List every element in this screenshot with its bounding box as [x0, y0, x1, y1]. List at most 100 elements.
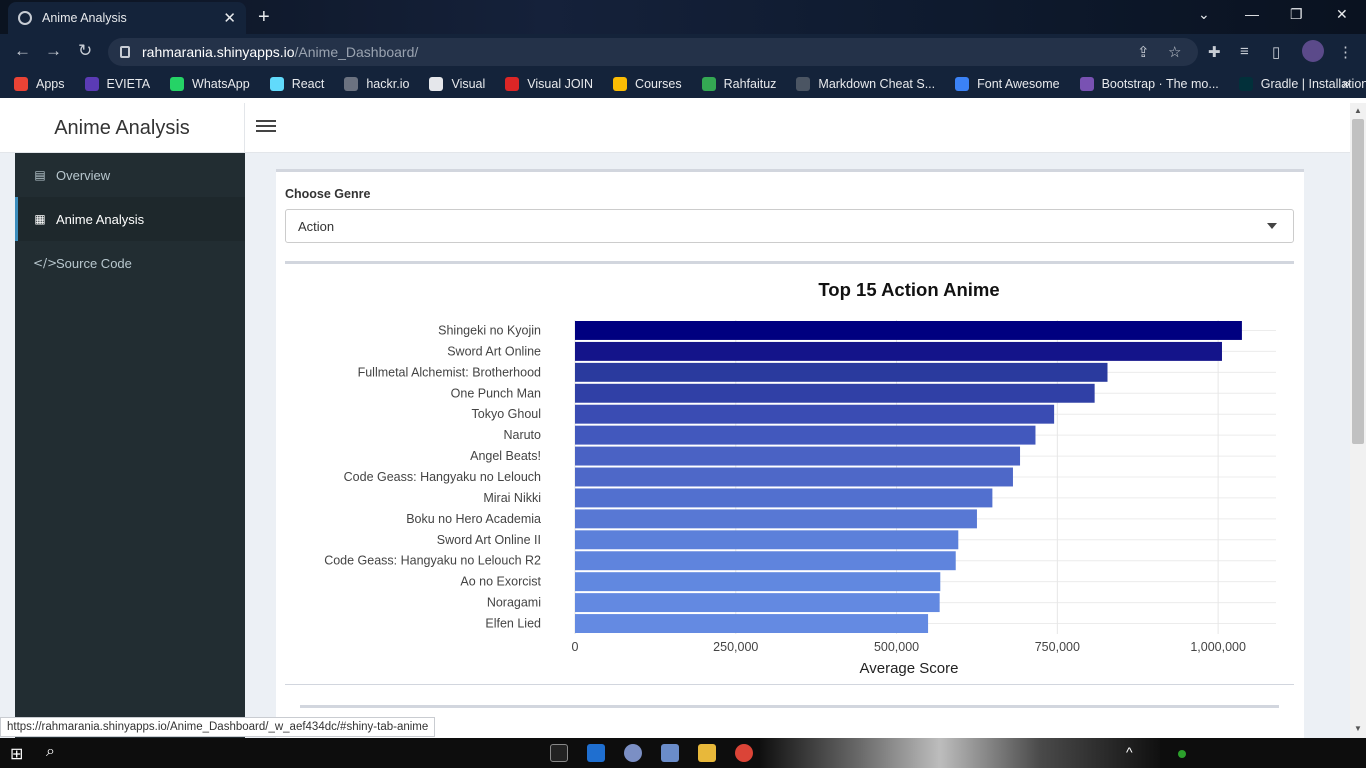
sidebar-item[interactable]: ▦ Anime Analysis: [15, 197, 245, 241]
bookmark-item[interactable]: hackr.io: [344, 77, 409, 91]
category-label: Elfen Lied: [485, 617, 541, 631]
bookmark-item[interactable]: Visual JOIN: [505, 77, 593, 91]
film-icon: ▦: [34, 212, 46, 226]
browser-tab-strip: Anime Analysis ✕ + ⌄ — ❐ ✕: [0, 0, 1366, 34]
bookmark-item[interactable]: EVIETA: [84, 77, 151, 91]
tray-chevron-icon[interactable]: ^: [1126, 744, 1133, 760]
bar: [575, 425, 1036, 445]
chart-title: Top 15 Action Anime: [818, 279, 999, 300]
category-label: Fullmetal Alchemist: Brotherhood: [358, 365, 541, 379]
app-title: Anime Analysis: [0, 103, 245, 153]
bar: [575, 488, 993, 508]
address-bar[interactable]: rahmarania.shinyapps.io /Anime_Dashboard…: [108, 38, 1198, 66]
reload-icon[interactable]: ↻: [78, 41, 92, 61]
tab-search-icon[interactable]: ⌄: [1198, 6, 1210, 23]
bookmark-favicon-icon: [701, 77, 716, 91]
category-label: Boku no Hero Academia: [406, 512, 541, 526]
restore-icon[interactable]: ❐: [1290, 6, 1303, 23]
category-label: Sword Art Online: [447, 344, 541, 358]
scrollbar-thumb[interactable]: [1352, 119, 1364, 444]
minimize-icon[interactable]: —: [1245, 6, 1259, 22]
browser-tab[interactable]: Anime Analysis ✕: [8, 2, 246, 34]
sidebar-item[interactable]: ▤ Overview: [15, 153, 245, 197]
bookmark-label: EVIETA: [106, 77, 151, 91]
bookmark-item[interactable]: Apps: [14, 77, 65, 91]
bookmark-item[interactable]: Font Awesome: [955, 77, 1060, 91]
category-label: Noragami: [487, 596, 541, 610]
x-axis-label: Average Score: [860, 660, 959, 677]
sidebar-item[interactable]: </> Source Code: [15, 241, 245, 285]
divider: [300, 705, 1279, 708]
profile-avatar[interactable]: [1302, 40, 1324, 62]
terminal-icon[interactable]: [550, 744, 568, 762]
lock-icon: [120, 46, 130, 58]
analysis-box: Choose Genre Action Shingeki no Kyojin Sw…: [276, 169, 1304, 738]
vscode-icon[interactable]: [587, 744, 605, 762]
bookmark-item[interactable]: Visual: [429, 77, 485, 91]
bookmark-label: Markdown Cheat S...: [818, 77, 936, 91]
os-taskbar: ⊞ ⌕ ^: [0, 738, 1366, 768]
chrome-icon[interactable]: [735, 744, 753, 762]
bookmark-label: Gradle | Installation: [1260, 77, 1366, 91]
bar: [575, 321, 1242, 340]
divider: [285, 684, 1294, 685]
bookmark-favicon-icon: [344, 77, 359, 91]
sidebar: ▤ Overview ▦ Anime Analysis </> Source Code: [15, 153, 245, 738]
bar: [575, 383, 1095, 403]
page: Anime Analysis ▤ Overview ▦ Anime Analysis <…: [0, 103, 1350, 738]
category-label: Naruto: [503, 428, 541, 442]
scroll-up-icon[interactable]: ▲: [1354, 106, 1362, 115]
bookmark-label: Apps: [36, 77, 65, 91]
menu-icon[interactable]: ⋮: [1338, 43, 1353, 61]
notepad-icon[interactable]: [661, 744, 679, 762]
close-tab-icon[interactable]: ✕: [223, 9, 236, 27]
bookmark-label: Bootstrap · The mo...: [1101, 77, 1219, 91]
sidebar-toggle-icon[interactable]: [256, 117, 276, 137]
bookmark-favicon-icon: [1079, 77, 1094, 91]
bookmark-favicon-icon: [429, 77, 444, 91]
windows-start-icon[interactable]: ⊞: [10, 744, 23, 764]
file-explorer-icon[interactable]: [698, 744, 716, 762]
bar: [575, 467, 1013, 487]
x-tick-label: 500,000: [874, 640, 919, 654]
scroll-down-icon[interactable]: ▼: [1354, 724, 1362, 733]
rstudio-icon[interactable]: [624, 744, 642, 762]
category-label: Tokyo Ghoul: [472, 407, 541, 421]
book-icon: ▤: [34, 168, 46, 182]
bookmark-label: Visual JOIN: [527, 77, 594, 91]
bookmark-item[interactable]: Courses: [613, 77, 682, 91]
bookmarks-overflow-icon[interactable]: »: [1342, 75, 1350, 91]
x-tick-label: 250,000: [713, 640, 758, 654]
bookmark-item[interactable]: React: [269, 77, 324, 91]
bookmark-item[interactable]: Rahfaituz: [701, 77, 776, 91]
bar: [575, 509, 977, 529]
bar-chart: Shingeki no Kyojin Sword Art Online Fullme…: [324, 279, 1276, 677]
search-icon[interactable]: ⌕: [46, 743, 55, 761]
category-label: One Punch Man: [451, 386, 541, 400]
x-tick-label: 750,000: [1035, 640, 1080, 654]
bookmark-favicon-icon: [796, 77, 811, 91]
side-panel-icon[interactable]: ▯: [1272, 43, 1280, 61]
sidebar-item-label: Source Code: [56, 255, 132, 271]
bookmark-item[interactable]: Bootstrap · The mo...: [1079, 77, 1219, 91]
bookmark-item[interactable]: Markdown Cheat S...: [796, 77, 935, 91]
close-window-icon[interactable]: ✕: [1336, 6, 1348, 23]
forward-icon[interactable]: →: [45, 41, 62, 61]
share-icon[interactable]: ⇪: [1137, 43, 1150, 61]
bookmark-favicon-icon: [84, 77, 99, 91]
bookmark-label: hackr.io: [366, 77, 410, 91]
page-scrollbar[interactable]: ▲ ▼: [1350, 103, 1366, 738]
category-label: Sword Art Online II: [437, 533, 541, 547]
bookmark-item[interactable]: WhatsApp: [170, 77, 250, 91]
bar: [575, 446, 1021, 466]
new-tab-icon[interactable]: +: [258, 6, 270, 29]
bookmarks-bar: Apps EVIETA WhatsApp React hackr.io Visual Vis…: [0, 70, 1366, 98]
category-label: Code Geass: Hangyaku no Lelouch: [344, 470, 541, 484]
category-label: Ao no Exorcist: [460, 575, 541, 589]
bookmark-star-icon[interactable]: ☆: [1168, 43, 1181, 61]
reading-list-icon[interactable]: ≡: [1240, 43, 1249, 60]
extensions-icon[interactable]: ✚: [1208, 43, 1221, 61]
back-icon[interactable]: ←: [14, 41, 31, 61]
browser-toolbar: ← → ↻ rahmarania.shinyapps.io /Anime_Das…: [0, 34, 1366, 70]
bookmark-favicon-icon: [955, 77, 970, 91]
